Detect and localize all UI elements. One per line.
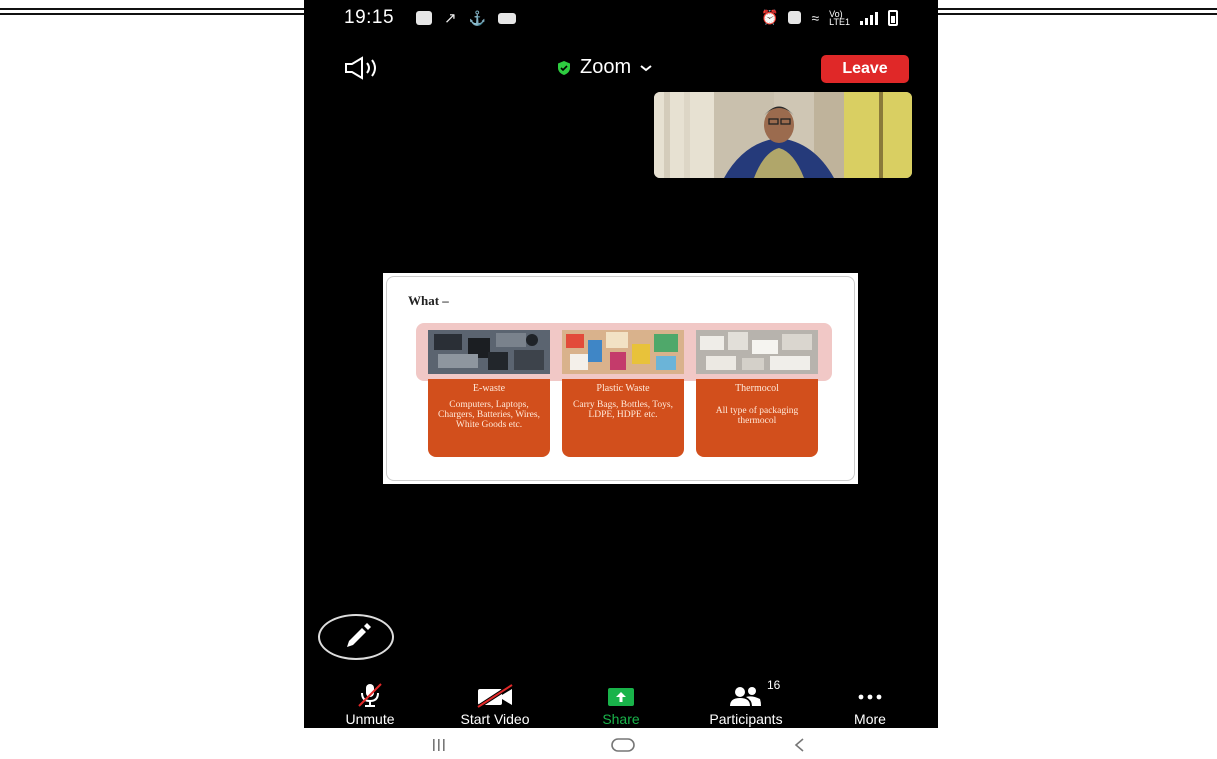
top-rule-right-2	[938, 13, 1217, 15]
annotate-button[interactable]	[318, 614, 394, 660]
participant-video-image	[654, 92, 912, 178]
notification-icons: ↗ ⚓	[416, 9, 517, 27]
speaker-icon[interactable]	[342, 56, 382, 80]
alarm-icon: ⏰	[761, 9, 779, 25]
video-notification-icon	[498, 12, 517, 24]
link-icon: ↗	[444, 10, 457, 27]
share-button[interactable]: Share	[566, 682, 676, 727]
ewaste-heading: E-waste	[472, 383, 506, 394]
video-off-icon	[476, 683, 514, 708]
share-arrow-icon	[608, 688, 634, 706]
top-rule-right	[938, 8, 1217, 10]
usb-icon: ⚓	[468, 9, 487, 26]
pencil-icon	[347, 623, 371, 647]
more-button[interactable]: More	[815, 682, 925, 727]
signal-icon	[860, 11, 878, 25]
volte-icon: Vo) LTE1	[829, 8, 850, 27]
meeting-title-dropdown[interactable]: Zoom	[556, 56, 653, 79]
ewaste-body: Computers, Laptops, Chargers, Batteries,…	[438, 400, 540, 430]
thermocol-card: Thermocol All type of packaging thermoco…	[696, 379, 818, 457]
participants-button[interactable]: 16 Participants	[691, 678, 801, 727]
thermocol-heading: Thermocol	[735, 383, 779, 394]
unmute-button[interactable]: Unmute	[315, 682, 425, 727]
participants-label: Participants	[709, 711, 783, 727]
meeting-title: Zoom	[580, 56, 632, 78]
ewaste-card: E-waste Computers, Laptops, Chargers, Ba…	[428, 379, 550, 457]
phone-screen: 19:15 ↗ ⚓ ⏰ ≈ Vo) LTE1 Zoom Leave What –…	[304, 0, 938, 728]
security-shield-icon	[558, 60, 570, 75]
chevron-down-icon	[640, 64, 652, 71]
recent-apps-icon[interactable]	[432, 737, 446, 753]
back-icon[interactable]	[792, 737, 806, 753]
thermocol-body: All type of packaging thermocol	[715, 406, 799, 426]
screenshot-icon	[788, 11, 802, 24]
slide-title: What –	[408, 293, 449, 308]
participants-count-badge: 16	[767, 678, 781, 692]
participant-video-thumbnail[interactable]	[654, 92, 912, 178]
notification-app-icon	[416, 11, 432, 25]
thermocol-photo	[696, 330, 818, 374]
more-label: More	[854, 711, 886, 727]
plastic-waste-photo	[562, 330, 684, 374]
leave-button[interactable]: Leave	[821, 55, 909, 83]
muted-microphone-icon	[358, 683, 382, 707]
more-dots-icon	[858, 694, 882, 700]
status-bar: 19:15 ↗ ⚓ ⏰ ≈ Vo) LTE1	[304, 0, 938, 36]
unmute-label: Unmute	[345, 711, 395, 727]
android-navigation-bar	[304, 728, 938, 759]
meeting-top-bar: Zoom Leave	[304, 40, 938, 90]
ewaste-photo	[428, 330, 550, 374]
start-video-label: Start Video	[460, 711, 530, 727]
plastic-waste-card: Plastic Waste Carry Bags, Bottles, Toys,…	[562, 379, 684, 457]
battery-icon	[888, 9, 898, 26]
plastic-waste-heading: Plastic Waste	[596, 383, 650, 394]
participants-icon	[730, 687, 761, 706]
system-icons: ⏰ ≈ Vo) LTE1	[761, 9, 898, 26]
share-label: Share	[602, 711, 640, 727]
wifi-icon: ≈	[811, 9, 820, 26]
plastic-waste-body: Carry Bags, Bottles, Toys, LDPE, HDPE et…	[573, 400, 673, 420]
status-time: 19:15	[344, 7, 395, 28]
meeting-toolbar: Unmute Start Video Share 16 Participants…	[304, 678, 938, 728]
home-icon[interactable]	[610, 737, 636, 753]
start-video-button[interactable]: Start Video	[440, 682, 550, 727]
shared-screen-slide: What – E-waste Computers, Laptops, Charg…	[383, 273, 858, 484]
